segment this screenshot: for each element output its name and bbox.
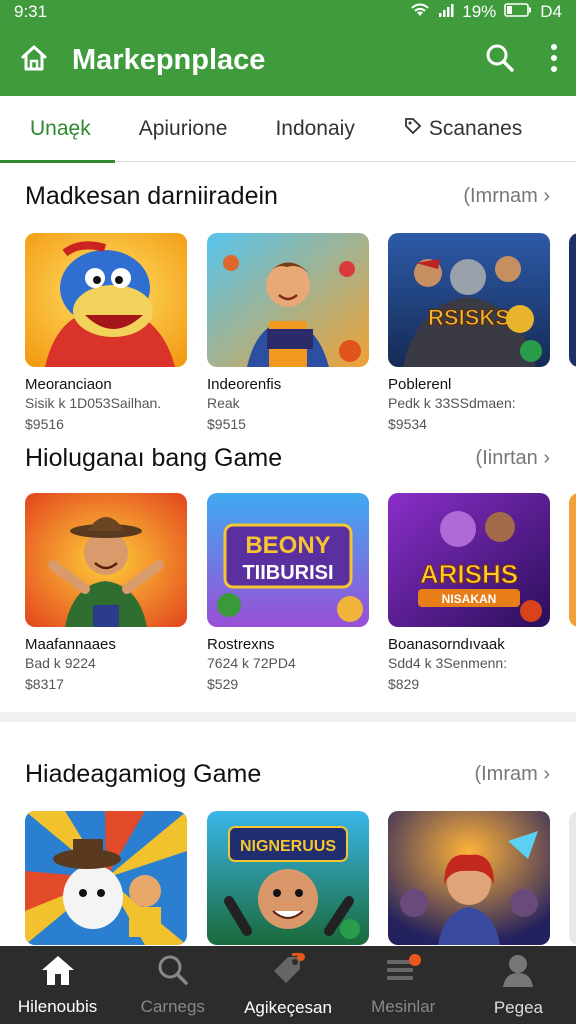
game-thumbnail [207,233,369,367]
game-name: Maafannaaes [25,636,116,653]
game-card[interactable]: Maafannaaes Bad k 9224 $8317 [25,493,187,692]
tab-label: Indonaiy [275,116,355,140]
wifi-icon [410,2,430,23]
game-price: $9516 [25,416,64,432]
game-meta: Reak [207,395,240,411]
section-popular: Hioluganaı bang Game (Iinrtan › Maafanna… [0,438,576,703]
game-card[interactable]: BEONY TIIBURISI Rostrexns 7624 k 72PD4 $… [207,493,369,692]
game-meta: Sisik k 1D053Sailhan. [25,395,162,411]
battery-icon [504,2,532,22]
signal-icon [438,2,454,22]
nav-label: Hilenoubis [17,996,98,1016]
game-name: Indeorenfis [207,376,282,393]
game-thumbnail [25,233,187,367]
tab-label: Apiurione [138,116,228,140]
section-divider [0,712,576,722]
app-bar: Markepnplace [0,24,576,96]
game-price: $9534 [388,416,427,432]
bottom-navigation: Hilenoubis Carnegs Agikeçesan Mesinlar P… [0,946,576,1024]
nav-label: Pegea [493,997,543,1017]
game-name: Meoranciaon [25,376,112,393]
tab-bar: Unaęk Apiurione Indonaiy Scananes [0,96,576,163]
list-icon [385,953,422,991]
profile-icon [501,953,535,992]
nav-item-profile[interactable]: Pegea [461,946,576,1024]
game-thumbnail [25,811,187,945]
tab-label: Unaęk [30,116,91,140]
game-card[interactable]: ARISHS NISAKAN Boanasorndıvaak Sdd4 k 3S… [388,493,550,692]
thumbnail-title: ARISHS [420,559,518,589]
game-price: $8317 [25,676,64,692]
see-more-link[interactable]: (Iinrtan › [476,447,550,470]
nav-item-messages[interactable]: Mesinlar [346,946,461,1024]
thumbnail-title: NIGNERUUS [240,838,336,855]
nav-item-search[interactable]: Carnegs [115,946,230,1024]
game-thumbnail [569,233,576,367]
game-price: $9515 [207,416,246,432]
game-thumbnail [569,811,576,945]
game-card[interactable] [388,811,550,945]
thumbnail-title: BEONY [245,532,330,559]
game-card[interactable]: Indeorenfis Reak $9515 [207,233,369,432]
home-icon [40,954,76,991]
nav-label: Mesinlar [371,996,436,1016]
status-bar: 9:31 19% D4 [0,0,576,24]
battery-percent: 19% [462,2,497,21]
more-vert-icon[interactable] [550,43,558,78]
page-title: Markepnplace [72,43,266,76]
tab-scananes[interactable]: Scananes [379,96,546,162]
section-title: Hiadeagamiog Game [25,759,262,788]
game-meta: 7624 k 72PD4 [207,655,296,671]
tab-unaek[interactable]: Unaęk [0,96,115,163]
game-name: Rostrexns [207,636,275,653]
game-card[interactable]: NIGNERUUS [207,811,369,945]
game-thumbnail [25,493,187,627]
tag-icon [403,116,423,142]
game-name: Poblerenl [388,376,452,393]
nav-label: Agikeçesan [244,997,332,1017]
status-extra: D4 [540,2,562,21]
game-meta: Sdd4 k 3Senmenn: [388,655,508,671]
game-card[interactable]: RSISKS Poblerenl Pedk k 33SSdmaen: $9534 [388,233,550,432]
game-thumbnail: BEONY TIIBURISI [207,493,369,627]
search-icon [157,954,189,991]
nav-label: Carnegs [140,996,205,1016]
game-thumbnail: NIGNERUUS [207,811,369,945]
section-title: Madkesan darniiradein [25,181,278,210]
game-card-partial[interactable] [569,493,576,627]
game-card[interactable] [25,811,187,945]
thumbnail-subtitle: TIIBURISI [242,562,333,584]
section-featured: Madkesan darniiradein (Imrnam › Meoranci… [0,176,576,443]
game-meta: Bad k 9224 [25,655,96,671]
game-price: $829 [388,676,420,692]
home-icon[interactable] [18,42,50,79]
section-title: Hioluganaı bang Game [25,443,283,472]
game-thumbnail: RSISKS [388,233,550,367]
status-time: 9:31 [14,2,48,21]
tag-icon [270,951,306,992]
game-thumbnail [388,811,550,945]
tab-indonaiy[interactable]: Indonaiy [251,96,378,162]
game-price: $529 [207,676,239,692]
game-thumbnail [569,493,576,627]
see-more-link[interactable]: (Imram › [474,763,550,786]
thumbnail-title: RSISKS [428,305,510,330]
thumbnail-subtitle: NISAKAN [442,592,497,606]
game-card-partial[interactable] [569,233,576,367]
see-more-link[interactable]: (Imrnam › [463,185,550,208]
nav-item-deals[interactable]: Agikeçesan [230,946,345,1024]
game-thumbnail: ARISHS NISAKAN [388,493,550,627]
game-card[interactable]: Meoranciaon Sisik k 1D053Sailhan. $9516 [25,233,187,432]
search-icon[interactable] [484,42,516,79]
tab-label: Scananes [428,116,523,140]
game-name: Boanasorndıvaak [388,636,505,653]
game-card-partial[interactable] [569,811,576,945]
tab-apiurione[interactable]: Apiurione [115,96,252,162]
nav-item-home[interactable]: Hilenoubis [0,946,115,1024]
game-meta: Pedk k 33SSdmaen: [388,395,516,411]
